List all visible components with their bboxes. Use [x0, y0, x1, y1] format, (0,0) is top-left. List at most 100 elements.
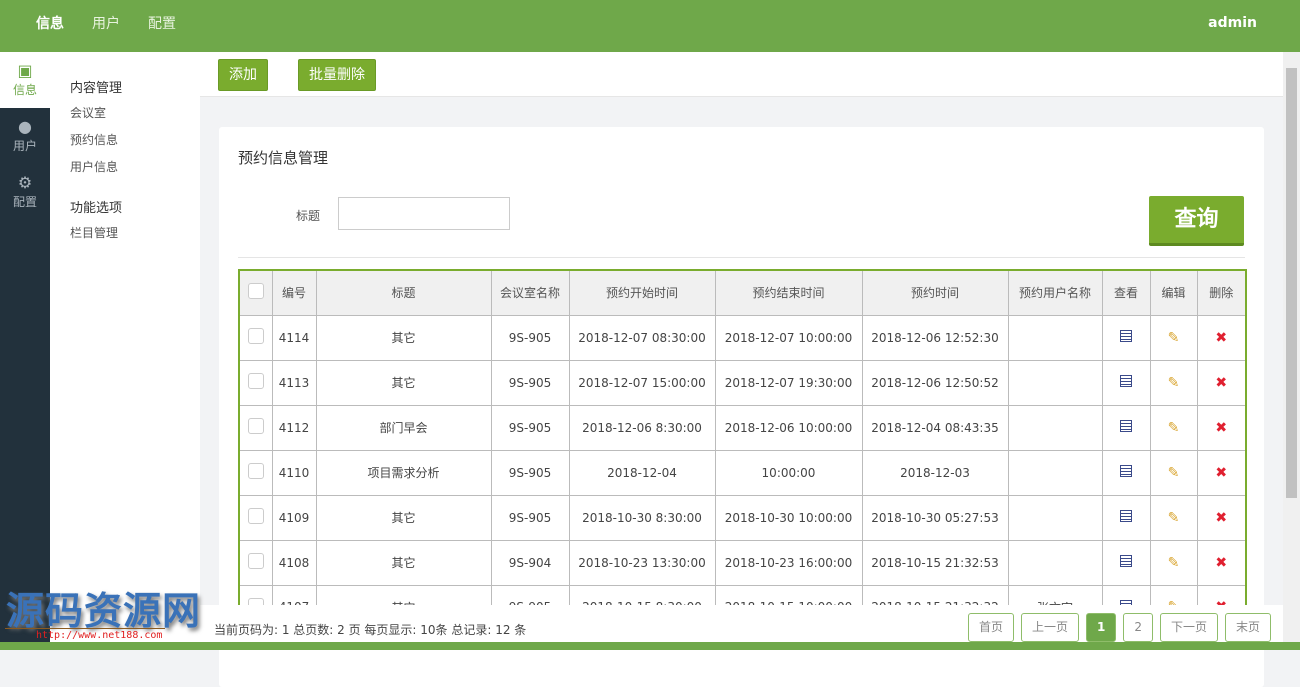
- edit-icon[interactable]: ✎: [1149, 539, 1198, 586]
- view-icon[interactable]: [1101, 449, 1151, 496]
- cell-title: 项目需求分析: [315, 449, 492, 496]
- sidebar-item-user-info[interactable]: 用户信息: [70, 158, 200, 175]
- cell-user: [1007, 539, 1103, 586]
- cell-user: [1007, 359, 1103, 406]
- cell-start: 2018-12-06 8:30:00: [568, 404, 716, 451]
- icon-rail: ▣ 信息 ● 用户 ⚙ 配置: [0, 52, 50, 650]
- gear-icon: ⚙: [17, 173, 33, 192]
- row-checkbox[interactable]: [238, 314, 273, 361]
- scrollbar-thumb[interactable]: [1286, 68, 1297, 498]
- top-nav-config[interactable]: 配置: [134, 0, 190, 48]
- divider: [238, 257, 1245, 258]
- last-page-button[interactable]: 末页: [1224, 613, 1271, 642]
- row-checkbox[interactable]: [238, 359, 273, 406]
- page-1-button[interactable]: 1: [1085, 613, 1117, 642]
- cell-room: 9S-905: [490, 494, 570, 541]
- col-edit: 编辑: [1149, 269, 1198, 316]
- cell-start: 2018-12-04: [568, 449, 716, 496]
- edit-icon[interactable]: ✎: [1149, 449, 1198, 496]
- cell-id: 4109: [271, 494, 317, 541]
- sidebar-item-reservations[interactable]: 预约信息: [70, 131, 200, 148]
- cell-id: 4108: [271, 539, 317, 586]
- cell-title: 其它: [315, 494, 492, 541]
- row-checkbox[interactable]: [238, 539, 273, 586]
- top-nav: 信息 用户 配置: [22, 0, 190, 48]
- first-page-button[interactable]: 首页: [967, 613, 1014, 642]
- col-id: 编号: [271, 269, 317, 316]
- cell-room: 9S-905: [490, 449, 570, 496]
- delete-icon[interactable]: ✖: [1196, 494, 1247, 541]
- page-2-button[interactable]: 2: [1123, 613, 1153, 642]
- cell-id: 4114: [271, 314, 317, 361]
- edit-icon[interactable]: ✎: [1149, 404, 1198, 451]
- cell-title: 其它: [315, 359, 492, 406]
- reservation-card: 预约信息管理 标题 查询 编号 标题 会议室名称 预约开始时间 预约结束时间 预…: [219, 127, 1264, 687]
- cell-end: 2018-10-30 10:00:00: [714, 494, 863, 541]
- top-bar: 信息 用户 配置 admin: [0, 0, 1300, 52]
- view-icon[interactable]: [1101, 404, 1151, 451]
- row-checkbox[interactable]: [238, 494, 273, 541]
- page-info: 当前页码为: 1 总页数: 2 页 每页显示: 10条 总记录: 12 条: [214, 623, 527, 637]
- watermark-line: [5, 628, 165, 629]
- rail-item-user[interactable]: ● 用户: [0, 108, 50, 164]
- query-button[interactable]: 查询: [1149, 196, 1244, 246]
- sidebar-item-meeting-room[interactable]: 会议室: [70, 104, 200, 121]
- scrollbar[interactable]: [1283, 52, 1300, 642]
- top-nav-user[interactable]: 用户: [78, 0, 134, 48]
- cell-start: 2018-10-30 8:30:00: [568, 494, 716, 541]
- cell-id: 4113: [271, 359, 317, 406]
- edit-icon[interactable]: ✎: [1149, 494, 1198, 541]
- row-checkbox[interactable]: [238, 449, 273, 496]
- cell-start: 2018-12-07 15:00:00: [568, 359, 716, 406]
- delete-icon[interactable]: ✖: [1196, 449, 1247, 496]
- sidebar-item-column-management[interactable]: 栏目管理: [70, 224, 200, 241]
- pager: 首页 上一页 1 2 下一页 末页: [967, 613, 1271, 642]
- cell-room: 9S-905: [490, 359, 570, 406]
- view-icon[interactable]: [1101, 494, 1151, 541]
- title-filter-input[interactable]: [338, 197, 510, 230]
- cell-room: 9S-905: [490, 404, 570, 451]
- rail-item-config[interactable]: ⚙ 配置: [0, 164, 50, 220]
- prev-page-button[interactable]: 上一页: [1020, 613, 1079, 642]
- cell-reserved: 2018-12-06 12:50:52: [861, 359, 1009, 406]
- table-row: 4112 部门早会 9S-905 2018-12-06 8:30:00 2018-12-…: [238, 404, 1247, 451]
- rail-item-info[interactable]: ▣ 信息: [0, 52, 50, 108]
- view-icon[interactable]: [1101, 359, 1151, 406]
- select-all-checkbox[interactable]: [238, 269, 273, 316]
- delete-icon[interactable]: ✖: [1196, 314, 1247, 361]
- cell-end: 2018-12-07 19:30:00: [714, 359, 863, 406]
- delete-icon[interactable]: ✖: [1196, 404, 1247, 451]
- edit-icon[interactable]: ✎: [1149, 359, 1198, 406]
- col-start: 预约开始时间: [568, 269, 716, 316]
- cell-id: 4112: [271, 404, 317, 451]
- cell-start: 2018-12-07 08:30:00: [568, 314, 716, 361]
- cell-start: 2018-10-23 13:30:00: [568, 539, 716, 586]
- cell-end: 2018-10-23 16:00:00: [714, 539, 863, 586]
- cell-id: 4110: [271, 449, 317, 496]
- cell-end: 10:00:00: [714, 449, 863, 496]
- view-icon[interactable]: [1101, 539, 1151, 586]
- main-area: 添加 批量删除 预约信息管理 标题 查询 编号 标题 会议室名称 预约开始时间 …: [200, 52, 1283, 687]
- table-row: 4108 其它 9S-904 2018-10-23 13:30:00 2018-10-2…: [238, 539, 1247, 586]
- cell-end: 2018-12-06 10:00:00: [714, 404, 863, 451]
- rail-label: 配置: [12, 195, 37, 209]
- view-icon[interactable]: [1101, 314, 1151, 361]
- col-end: 预约结束时间: [714, 269, 863, 316]
- batch-delete-button[interactable]: 批量删除: [298, 59, 376, 91]
- cell-end: 2018-12-07 10:00:00: [714, 314, 863, 361]
- edit-icon[interactable]: ✎: [1149, 314, 1198, 361]
- sidebar-group-content: 内容管理: [70, 81, 123, 96]
- top-nav-info[interactable]: 信息: [22, 0, 78, 48]
- toolbar: 添加 批量删除: [200, 52, 1283, 97]
- watermark-url: http://www.net188.com: [36, 630, 163, 641]
- cell-title: 部门早会: [315, 404, 492, 451]
- col-user: 预约用户名称: [1007, 269, 1103, 316]
- next-page-button[interactable]: 下一页: [1159, 613, 1218, 642]
- user-menu[interactable]: admin: [1208, 15, 1257, 31]
- cell-room: 9S-905: [490, 314, 570, 361]
- add-button[interactable]: 添加: [218, 59, 268, 91]
- row-checkbox[interactable]: [238, 404, 273, 451]
- col-title: 标题: [315, 269, 492, 316]
- delete-icon[interactable]: ✖: [1196, 539, 1247, 586]
- delete-icon[interactable]: ✖: [1196, 359, 1247, 406]
